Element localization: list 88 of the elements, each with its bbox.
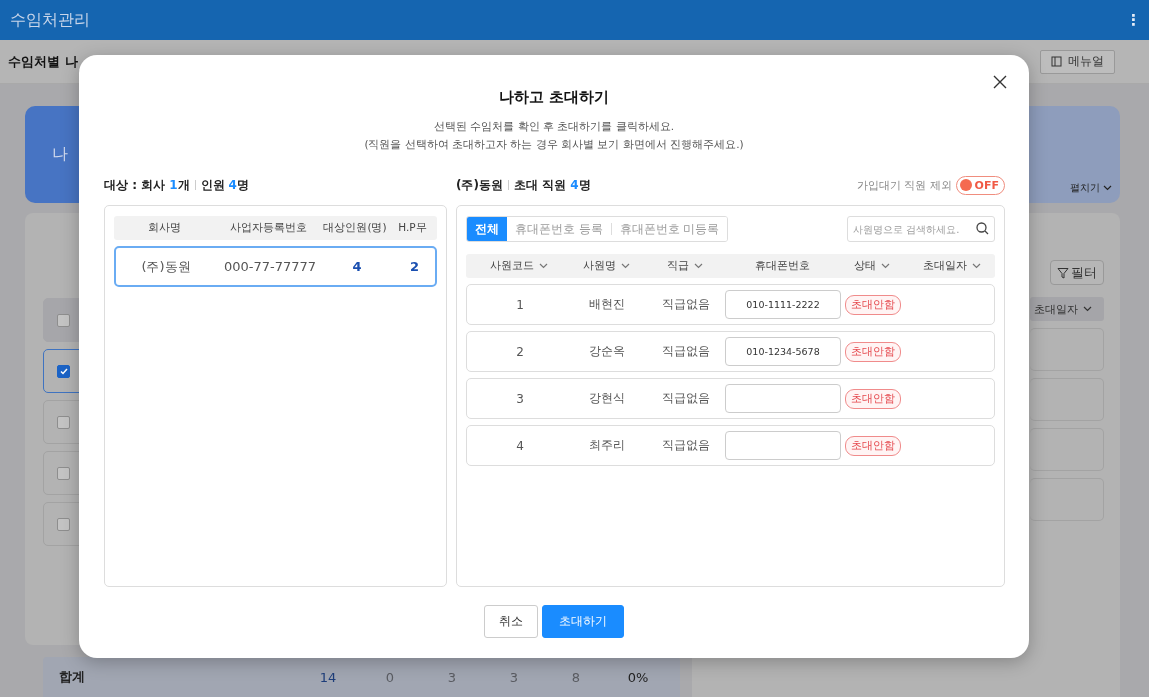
manual-button[interactable]: 메뉴얼 bbox=[1040, 49, 1115, 74]
table-cell-text: 직급없음 bbox=[661, 343, 711, 360]
employee-row[interactable]: 4 최주리 직급없음 초대안함 bbox=[466, 425, 995, 466]
total-value: 0 bbox=[384, 669, 396, 685]
column-label: 직급 bbox=[667, 259, 689, 273]
cancel-button[interactable]: 취소 bbox=[484, 605, 538, 638]
employee-row[interactable]: 3 강현식 직급없음 초대안함 bbox=[466, 378, 995, 419]
status-badge: 초대안함 bbox=[845, 435, 901, 456]
column-header[interactable]: 직급 bbox=[640, 259, 730, 273]
company-name: (주)동원 bbox=[456, 176, 503, 194]
modal-title: 나하고 초대하기 bbox=[497, 88, 611, 107]
menu-icon[interactable]: ⋮ bbox=[1126, 11, 1141, 29]
table-cell-text: 직급없음 bbox=[661, 296, 711, 313]
table-cell-text: 4 bbox=[515, 438, 525, 453]
column-header[interactable]: 상태 bbox=[834, 259, 910, 273]
column-header: 휴대폰번호 bbox=[753, 259, 811, 273]
column-label: 초대일자 bbox=[923, 259, 967, 273]
table-cell-text: 2 bbox=[515, 344, 525, 359]
book-icon bbox=[1051, 56, 1062, 67]
app-title: 수임처관리 bbox=[10, 9, 90, 31]
count-unit: 명 bbox=[236, 176, 249, 194]
close-icon[interactable] bbox=[993, 75, 1007, 89]
total-value: 3 bbox=[508, 669, 520, 685]
phone-field[interactable] bbox=[725, 384, 841, 413]
caret-icon bbox=[1083, 306, 1092, 312]
status-badge: 초대안함 bbox=[845, 341, 901, 362]
expand-button[interactable]: 펼치기 bbox=[1070, 181, 1112, 195]
column-label: 사원명 bbox=[582, 259, 616, 273]
count-unit: 개 bbox=[177, 176, 190, 194]
checkbox[interactable] bbox=[57, 517, 70, 531]
total-value: 0% bbox=[626, 669, 650, 685]
search-field[interactable]: 사원명으로 검색하세요. bbox=[847, 216, 995, 242]
checkbox[interactable] bbox=[57, 466, 70, 480]
column-header: 사업자등록번호 bbox=[228, 221, 308, 235]
employee-row[interactable]: 2 강순옥 직급없음 010-1234-5678 초대안함 bbox=[466, 331, 995, 372]
table-cell-text: 1 bbox=[515, 297, 525, 312]
status-badge: 초대안함 bbox=[845, 388, 901, 409]
people-count: 4 bbox=[228, 178, 237, 192]
phone-field[interactable] bbox=[725, 431, 841, 460]
phone-field[interactable]: 010-1234-5678 bbox=[725, 337, 841, 366]
count-unit: 명 bbox=[578, 176, 591, 194]
column-label: 사원코드 bbox=[490, 259, 534, 273]
column-header[interactable]: 사원코드 bbox=[466, 259, 572, 273]
employee-row[interactable]: 1 배현진 직급없음 010-1111-2222 초대안함 bbox=[466, 284, 995, 325]
table-cell-text: 4 bbox=[351, 259, 363, 274]
total-value: 8 bbox=[570, 669, 582, 685]
table-cell-text: 3 bbox=[515, 391, 525, 406]
column-header: 회사명 bbox=[146, 221, 182, 235]
filter-button[interactable]: 필터 bbox=[1050, 260, 1104, 285]
description-text: (직원을 선택하여 초대하고자 하는 경우 회사별 보기 화면에서 진행해주세요.) bbox=[363, 137, 745, 152]
filter-icon bbox=[1057, 266, 1069, 279]
toggle-label: 가입대기 직원 제외 bbox=[856, 177, 952, 193]
total-value: 14 bbox=[318, 669, 338, 685]
phone-field[interactable]: 010-1111-2222 bbox=[725, 290, 841, 319]
table-cell-text: 직급없음 bbox=[661, 390, 711, 407]
employee-count: 4 bbox=[570, 178, 579, 192]
company-count: 1 bbox=[169, 178, 178, 192]
column-header[interactable]: 초대일자 bbox=[910, 259, 994, 273]
column-header: H.P무 bbox=[397, 221, 428, 235]
table-cell-text: 2 bbox=[408, 259, 420, 274]
table-cell-text: 강현식 bbox=[588, 390, 626, 407]
table-cell-text: 000-77-77777 bbox=[222, 259, 318, 274]
page-title: 수임처별 나 bbox=[8, 52, 78, 71]
column-label: 초대일자 bbox=[1034, 301, 1078, 317]
total-value: 3 bbox=[446, 669, 458, 685]
column-header[interactable]: 사원명 bbox=[572, 259, 640, 273]
summary-label: 대상 : 회사 bbox=[104, 176, 166, 194]
checkbox[interactable] bbox=[57, 364, 70, 378]
search-icon[interactable] bbox=[976, 222, 989, 235]
status-badge: 초대안함 bbox=[845, 294, 901, 315]
column-label: 상태 bbox=[854, 259, 876, 273]
column-header[interactable]: 초대일자 bbox=[1030, 297, 1104, 321]
table-cell-text: 배현진 bbox=[588, 296, 626, 313]
people-label: 인원 bbox=[200, 176, 225, 194]
description-text: 선택된 수임처를 확인 후 초대하기를 클릭하세요. bbox=[433, 119, 675, 134]
checkbox[interactable] bbox=[57, 313, 70, 327]
table-cell-text: (주)동원 bbox=[140, 257, 192, 276]
check-icon bbox=[59, 367, 68, 375]
checkbox[interactable] bbox=[57, 415, 70, 429]
banner-title: 나 bbox=[52, 144, 68, 165]
table-cell-text: 최주리 bbox=[588, 437, 626, 454]
total-label: 합계 bbox=[59, 668, 86, 686]
table-cell-text: 강순옥 bbox=[588, 343, 626, 360]
table-cell-text: 직급없음 bbox=[661, 437, 711, 454]
column-header: 대상인원(명) bbox=[322, 221, 388, 235]
company-row[interactable]: (주)동원 000-77-77777 4 2 bbox=[114, 246, 437, 287]
caret-icon bbox=[1103, 185, 1112, 191]
employee-label: 초대 직원 bbox=[513, 176, 567, 194]
